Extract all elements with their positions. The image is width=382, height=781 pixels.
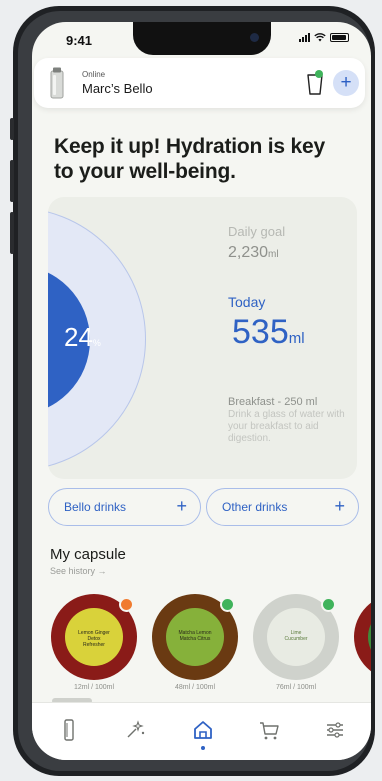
capsule-card[interactable]: Lemon Ginger Detox Refresher [51, 594, 137, 680]
daily-goal-value: 2,230ml [228, 244, 279, 262]
sliders-icon[interactable] [322, 717, 348, 743]
volume-down-button [10, 212, 14, 254]
today-label: Today [228, 294, 266, 310]
bottle-icon[interactable] [56, 717, 82, 743]
capsule-card[interactable]: Lime Cucumber [253, 594, 339, 680]
capsule-volume: 48ml / 100ml [174, 684, 216, 691]
suggestion-text: Drink a glass of water with your breakfa… [228, 409, 345, 444]
add-button[interactable]: + [333, 70, 359, 96]
status-dot [321, 597, 336, 612]
motivation-headline: Keep it up! Hydration is key to your wel… [54, 135, 325, 183]
volume-up-button [10, 160, 14, 202]
progress-percent: 24% [64, 322, 101, 353]
bottom-nav [32, 702, 371, 760]
connection-status: Online [82, 70, 106, 79]
see-history-link[interactable]: See history → [50, 566, 107, 576]
capsule-label: Matcha Lemon Matcha Citrus [178, 630, 212, 642]
bello-drinks-button[interactable]: Bello drinks + [48, 488, 201, 526]
device-header: Online Marc’s Bello + [34, 58, 365, 108]
status-icons [299, 33, 349, 42]
bello-drinks-label: Bello drinks [64, 500, 127, 514]
capsule-label: Lime Cucumber [284, 630, 308, 642]
camera-icon [250, 33, 259, 42]
cart-icon[interactable] [256, 717, 282, 743]
goal-number: 2,230 [228, 244, 269, 261]
battery-icon [330, 33, 349, 42]
other-drinks-button[interactable]: Other drinks + [206, 488, 359, 526]
status-dot [119, 597, 134, 612]
capsule-label: Lemon Ginger Detox Refresher [78, 630, 110, 648]
plus-icon: + [176, 496, 187, 516]
capsule-volume: 76ml / 100ml [275, 684, 317, 691]
capsule-card-partial[interactable] [354, 594, 371, 680]
status-dot [220, 597, 235, 612]
percent-value: 24 [64, 322, 93, 352]
daily-goal-label: Daily goal [228, 224, 286, 239]
capsule-card[interactable]: Matcha Lemon Matcha Citrus [152, 594, 238, 680]
capsule-volume: 12ml / 100ml [73, 684, 115, 691]
hydration-card: 24% Daily goal 2,230ml Today 535ml Break… [48, 197, 357, 479]
capsule-level: Lemon Ginger Detox Refresher [65, 608, 123, 666]
suggestion-title: Breakfast - 250 ml [228, 396, 318, 408]
capsule-level: Lime Cucumber [267, 608, 325, 666]
other-drinks-label: Other drinks [222, 500, 288, 514]
wifi-icon [314, 33, 326, 42]
today-number: 535 [232, 313, 289, 351]
status-time: 9:41 [66, 33, 93, 48]
app-screen: 9:41 Online Marc’s Bello + Keep it up! H… [32, 22, 371, 760]
signal-icon [299, 33, 310, 42]
goal-unit: ml [268, 249, 279, 260]
active-indicator [201, 746, 205, 750]
mute-switch [10, 118, 14, 140]
cup-icon[interactable] [304, 68, 326, 96]
sparkle-icon[interactable] [122, 717, 148, 743]
percent-symbol: % [92, 338, 101, 348]
today-value: 535ml [232, 313, 305, 352]
bottle-icon [50, 67, 64, 99]
notch [133, 22, 271, 55]
plus-icon: + [334, 496, 345, 516]
capsule-level: Matcha Lemon Matcha Citrus [166, 608, 224, 666]
device-name: Marc’s Bello [82, 81, 153, 96]
today-unit: ml [288, 330, 305, 347]
capsule-section-title: My capsule [50, 546, 126, 563]
home-icon[interactable] [190, 717, 216, 743]
